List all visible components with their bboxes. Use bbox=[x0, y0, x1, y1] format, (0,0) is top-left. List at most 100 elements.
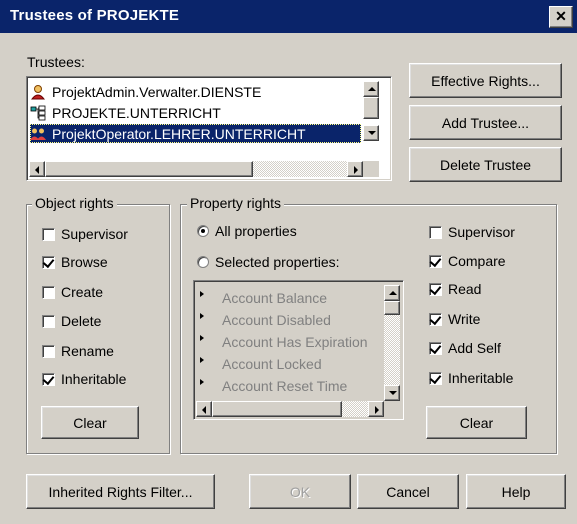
close-icon: ✕ bbox=[555, 8, 567, 24]
group-icon bbox=[30, 126, 46, 142]
scroll-right-button[interactable] bbox=[347, 161, 363, 177]
property-read-checkbox[interactable]: Read bbox=[429, 280, 481, 298]
cancel-button[interactable]: Cancel bbox=[357, 474, 459, 509]
arrow-left-icon bbox=[202, 406, 206, 414]
hscroll-thumb[interactable] bbox=[212, 401, 342, 417]
object-inheritable-checkbox[interactable]: Inheritable bbox=[42, 370, 126, 388]
radio-icon bbox=[197, 256, 209, 268]
hscroll-thumb[interactable] bbox=[45, 161, 253, 177]
scroll-up-button[interactable] bbox=[384, 285, 400, 301]
trustee-name: ProjektAdmin.Verwalter.DIENSTE bbox=[52, 83, 262, 100]
property-label: Account Balance bbox=[222, 290, 328, 306]
help-button[interactable]: Help bbox=[466, 474, 566, 509]
object-delete-checkbox[interactable]: Delete bbox=[42, 312, 101, 330]
properties-list[interactable]: Account Balance Account Disabled Account… bbox=[193, 280, 404, 420]
add-trustee-button[interactable]: Add Trustee... bbox=[409, 105, 562, 140]
trustee-item-selected[interactable]: ProjektOperator.LEHRER.UNTERRICHT bbox=[30, 124, 361, 143]
selected-properties-radio[interactable]: Selected properties: bbox=[197, 253, 340, 271]
hscroll-track[interactable] bbox=[253, 161, 347, 177]
checkbox-label: Create bbox=[61, 284, 104, 300]
checkbox-icon bbox=[429, 341, 442, 355]
property-label: Account Has Expiration bbox=[222, 334, 368, 350]
checkbox-icon bbox=[42, 227, 55, 241]
checkbox-icon bbox=[429, 225, 442, 239]
checkbox-icon bbox=[429, 282, 442, 296]
scroll-down-button[interactable] bbox=[363, 125, 379, 141]
checkmark-icon bbox=[42, 255, 55, 268]
property-item[interactable]: Account Has Expiration bbox=[200, 331, 368, 353]
property-inheritable-checkbox[interactable]: Inheritable bbox=[429, 369, 513, 387]
property-item[interactable]: Account Disabled bbox=[200, 309, 331, 331]
scroll-down-button[interactable] bbox=[384, 385, 400, 401]
object-rights-label: Object rights bbox=[32, 195, 117, 211]
checkbox-icon bbox=[429, 371, 442, 385]
radio-label: All properties bbox=[215, 223, 297, 239]
radio-icon bbox=[197, 225, 209, 237]
checkbox-icon bbox=[42, 314, 55, 328]
checkbox-label: Compare bbox=[448, 253, 506, 269]
checkbox-label: Browse bbox=[61, 254, 108, 270]
arrow-right-icon bbox=[354, 166, 358, 174]
pointer-icon bbox=[200, 291, 204, 297]
property-item[interactable]: Account Balance bbox=[200, 287, 327, 309]
trustees-label: Trustees: bbox=[27, 54, 85, 70]
checkbox-label: Supervisor bbox=[448, 224, 515, 240]
pointer-icon bbox=[200, 335, 204, 341]
window-title: Trustees of PROJEKTE bbox=[10, 7, 180, 24]
checkbox-icon bbox=[429, 254, 442, 268]
checkmark-icon bbox=[42, 372, 55, 385]
pointer-icon bbox=[200, 313, 204, 319]
arrow-right-icon bbox=[375, 406, 379, 414]
property-add-self-checkbox[interactable]: Add Self bbox=[429, 339, 501, 357]
scroll-thumb[interactable] bbox=[363, 97, 379, 119]
pointer-icon bbox=[200, 357, 204, 363]
object-supervisor-checkbox[interactable]: Supervisor bbox=[42, 225, 128, 243]
checkbox-label: Rename bbox=[61, 343, 114, 359]
inherited-rights-filter-button[interactable]: Inherited Rights Filter... bbox=[26, 474, 215, 509]
scroll-right-button[interactable] bbox=[368, 401, 384, 417]
object-create-checkbox[interactable]: Create bbox=[42, 283, 103, 301]
delete-trustee-button[interactable]: Delete Trustee bbox=[409, 147, 562, 182]
property-rights-clear-button[interactable]: Clear bbox=[426, 406, 527, 439]
property-item[interactable]: Account Locked bbox=[200, 353, 322, 375]
property-supervisor-checkbox[interactable]: Supervisor bbox=[429, 223, 515, 241]
hscroll-track[interactable] bbox=[342, 401, 368, 417]
property-item[interactable]: Account Reset Time bbox=[200, 375, 347, 397]
arrow-down-icon bbox=[368, 131, 376, 135]
arrow-left-icon bbox=[35, 166, 39, 174]
scroll-left-button[interactable] bbox=[196, 401, 212, 417]
trustee-name: ProjektOperator.LEHRER.UNTERRICHT bbox=[52, 125, 306, 142]
close-button[interactable]: ✕ bbox=[549, 6, 573, 28]
property-compare-checkbox[interactable]: Compare bbox=[429, 252, 506, 270]
checkmark-icon bbox=[429, 282, 442, 295]
scroll-track[interactable] bbox=[384, 315, 400, 385]
object-rename-checkbox[interactable]: Rename bbox=[42, 342, 114, 360]
arrow-up-icon bbox=[389, 291, 397, 295]
scroll-corner bbox=[384, 401, 400, 417]
pointer-icon bbox=[200, 379, 204, 385]
object-browse-checkbox[interactable]: Browse bbox=[42, 253, 108, 271]
checkmark-icon bbox=[429, 341, 442, 354]
user-icon bbox=[30, 84, 46, 100]
checkbox-icon bbox=[42, 285, 55, 299]
checkbox-icon bbox=[429, 312, 442, 326]
checkbox-icon bbox=[42, 344, 55, 358]
property-write-checkbox[interactable]: Write bbox=[429, 310, 480, 328]
scroll-left-button[interactable] bbox=[29, 161, 45, 177]
checkbox-icon bbox=[42, 255, 55, 269]
scroll-up-button[interactable] bbox=[363, 81, 379, 97]
scroll-thumb[interactable] bbox=[384, 301, 400, 315]
trustees-list[interactable]: ProjektAdmin.Verwalter.DIENSTE PROJEKTE.… bbox=[26, 76, 392, 181]
checkbox-label: Supervisor bbox=[61, 226, 128, 242]
trustee-item[interactable]: ProjektAdmin.Verwalter.DIENSTE bbox=[30, 82, 361, 101]
effective-rights-button[interactable]: Effective Rights... bbox=[409, 63, 562, 98]
checkbox-label: Read bbox=[448, 281, 482, 297]
checkbox-label: Write bbox=[448, 311, 481, 327]
trustee-name: PROJEKTE.UNTERRICHT bbox=[52, 104, 221, 121]
ok-button[interactable]: OK bbox=[249, 474, 351, 509]
organizational-unit-icon bbox=[30, 105, 46, 121]
property-label: Account Reset Time bbox=[222, 378, 348, 394]
object-rights-clear-button[interactable]: Clear bbox=[41, 406, 139, 439]
trustee-item[interactable]: PROJEKTE.UNTERRICHT bbox=[30, 103, 361, 122]
all-properties-radio[interactable]: All properties bbox=[197, 222, 297, 240]
